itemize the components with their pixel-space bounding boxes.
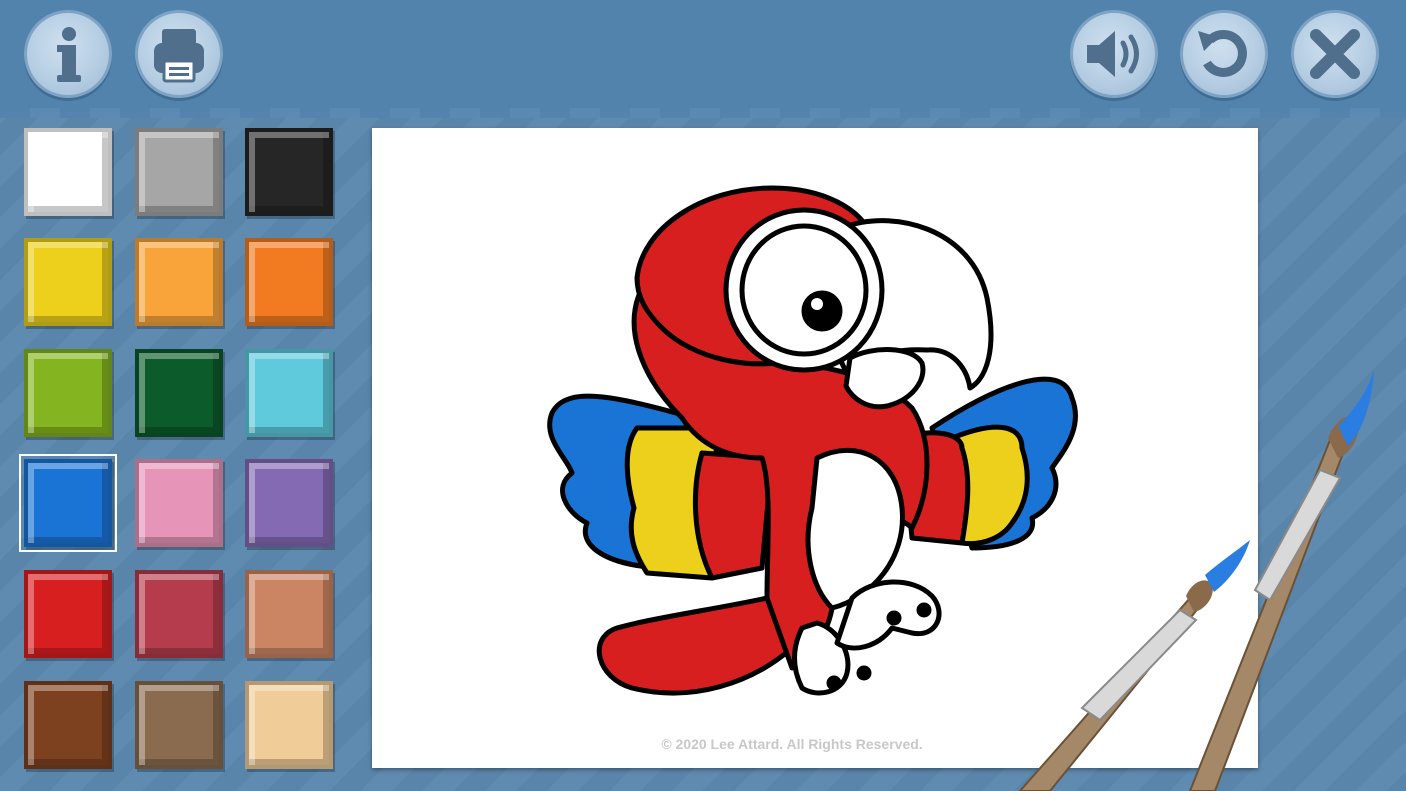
close-icon bbox=[1310, 29, 1360, 79]
pupil bbox=[801, 290, 843, 332]
color-swatch[interactable] bbox=[135, 128, 223, 216]
beak-lower bbox=[843, 347, 926, 410]
color-swatch[interactable] bbox=[24, 570, 112, 658]
color-swatch[interactable] bbox=[135, 459, 223, 547]
color-swatch[interactable] bbox=[24, 681, 112, 769]
color-swatch[interactable] bbox=[245, 238, 333, 326]
close-button[interactable] bbox=[1291, 10, 1379, 98]
color-swatch[interactable] bbox=[245, 128, 333, 216]
speaker-icon bbox=[1087, 31, 1139, 77]
color-swatch[interactable] bbox=[135, 238, 223, 326]
pupil-highlight bbox=[811, 298, 823, 310]
parrot-drawing[interactable] bbox=[372, 128, 1258, 768]
color-swatch[interactable] bbox=[24, 128, 112, 216]
color-swatch[interactable] bbox=[24, 349, 112, 437]
color-swatch[interactable] bbox=[245, 570, 333, 658]
color-swatch[interactable] bbox=[135, 681, 223, 769]
color-swatch[interactable] bbox=[24, 238, 112, 326]
left-wing-red bbox=[692, 450, 775, 581]
printer-icon bbox=[154, 29, 204, 83]
color-swatch[interactable] bbox=[245, 459, 333, 547]
sound-button[interactable] bbox=[1070, 10, 1158, 98]
tail bbox=[596, 595, 795, 696]
info-icon bbox=[57, 27, 81, 82]
color-swatch[interactable] bbox=[135, 570, 223, 658]
color-swatch[interactable] bbox=[135, 349, 223, 437]
info-button[interactable] bbox=[24, 10, 112, 98]
claw bbox=[886, 610, 902, 626]
refresh-icon bbox=[1198, 29, 1247, 77]
color-swatch[interactable] bbox=[245, 349, 333, 437]
copyright-text: © 2020 Lee Attard. All Rights Reserved. bbox=[661, 736, 923, 752]
claw bbox=[856, 665, 872, 681]
color-swatch[interactable] bbox=[245, 681, 333, 769]
color-swatch[interactable] bbox=[19, 454, 117, 552]
claw bbox=[916, 602, 932, 618]
print-button[interactable] bbox=[135, 10, 223, 98]
coloring-canvas[interactable]: © 2020 Lee Attard. All Rights Reserved. bbox=[372, 128, 1258, 768]
claw bbox=[826, 675, 842, 691]
reset-button[interactable] bbox=[1180, 10, 1268, 98]
eye-ring bbox=[739, 223, 869, 357]
